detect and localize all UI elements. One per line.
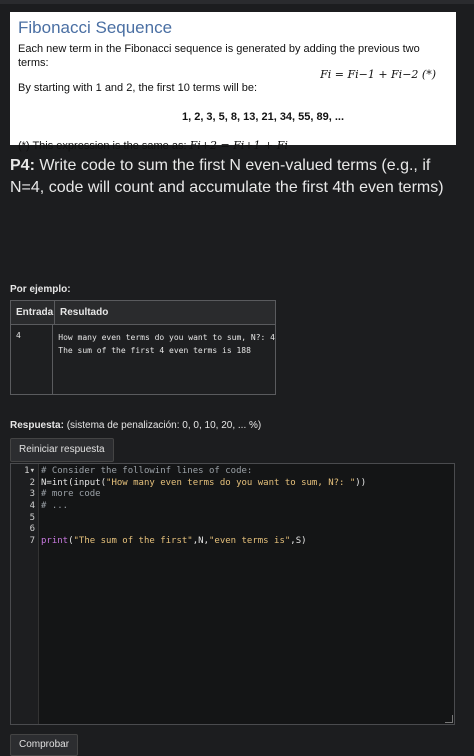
- example-result-cell: How many even terms do you want to sum, …: [53, 325, 275, 395]
- resize-handle-icon[interactable]: [445, 715, 453, 723]
- answer-label-row: Respuesta: (sistema de penalización: 0, …: [10, 420, 261, 431]
- line-number: 4: [29, 501, 35, 512]
- line-number: 7: [29, 536, 35, 547]
- fibonacci-sequence: 1, 2, 3, 5, 8, 13, 21, 34, 55, 89, ...: [181, 111, 345, 123]
- example-label: Por ejemplo:: [10, 284, 71, 295]
- note-formula: Fi+2 = Fi+1 + Fi: [189, 139, 288, 152]
- code-line-7[interactable]: print("The sum of the first",N,"even ter…: [41, 536, 454, 548]
- code-editor[interactable]: 1▾ 2 3 4 5 6 7 # Consider the followinf …: [10, 463, 455, 725]
- fibonacci-note: (*) This expression is the same as: Fi+2…: [18, 139, 448, 152]
- penalty-text: (sistema de penalización: 0, 0, 10, 20, …: [66, 420, 262, 431]
- example-input-cell: 4: [11, 325, 54, 395]
- result-line-1: How many even terms do you want to sum, …: [58, 333, 275, 342]
- fibonacci-description: Each new term in the Fibonacci sequence …: [18, 43, 420, 69]
- code-line-1[interactable]: # Consider the followinf lines of code:: [41, 466, 454, 478]
- line-number: 5: [29, 512, 35, 523]
- code-area[interactable]: # Consider the followinf lines of code: …: [39, 464, 454, 724]
- code-line-5[interactable]: [41, 513, 454, 525]
- line-number: 6: [29, 524, 35, 535]
- line-number: 1▾: [24, 466, 35, 476]
- line-number: 2: [29, 477, 35, 488]
- line-number-gutter: 1▾ 2 3 4 5 6 7: [11, 464, 39, 724]
- result-line-2: The sum of the first 4 even terms is 188: [58, 346, 251, 355]
- column-header-result: Resultado: [60, 307, 109, 318]
- problem-label: P4:: [10, 157, 35, 174]
- problem-text: Write code to sum the first N even-value…: [10, 157, 444, 196]
- answer-label: Respuesta:: [10, 420, 64, 431]
- fibonacci-formula: Fi = Fi−1 + Fi−2 (*): [320, 68, 436, 81]
- fibonacci-start-text: By starting with 1 and 2, the first 10 t…: [18, 82, 258, 94]
- reset-answer-button[interactable]: Reiniciar respuesta: [10, 438, 114, 462]
- check-button[interactable]: Comprobar: [10, 734, 79, 756]
- example-table: Entrada Resultado 4 How many even terms …: [10, 300, 276, 395]
- line-number: 3: [29, 489, 35, 500]
- problem-statement: P4: Write code to sum the first N even-v…: [10, 155, 450, 199]
- code-line-3[interactable]: # more code: [41, 489, 454, 501]
- top-bar: [0, 0, 474, 4]
- code-line-2[interactable]: N=int(input("How many even terms do you …: [41, 478, 454, 490]
- code-line-6[interactable]: [41, 524, 454, 536]
- column-header-input: Entrada: [11, 301, 55, 324]
- note-prefix: (*) This expression is the same as:: [18, 140, 190, 152]
- fibonacci-info-box: Fibonacci Sequence Each new term in the …: [10, 12, 456, 152]
- code-line-4[interactable]: # ...: [41, 501, 454, 513]
- fibonacci-title: Fibonacci Sequence: [18, 18, 173, 37]
- table-row: 4 How many even terms do you want to sum…: [11, 325, 275, 395]
- example-table-header: Entrada Resultado: [11, 301, 275, 325]
- fold-marker-icon[interactable]: ▾: [30, 466, 35, 476]
